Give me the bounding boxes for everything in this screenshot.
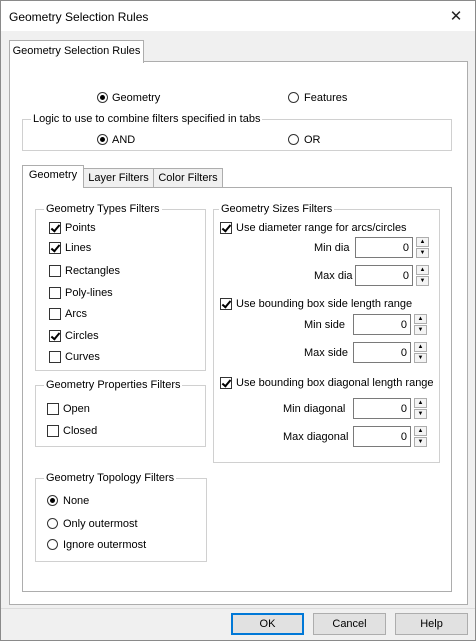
min-dia-value: 0 (402, 242, 409, 254)
max-diagonal-input[interactable]: 0 (353, 426, 411, 447)
checkbox-poly-lines[interactable] (49, 287, 61, 299)
checkbox-poly-lines-label: Poly-lines (65, 287, 113, 299)
spin-down-icon[interactable]: ▼ (414, 437, 427, 447)
spin-up-icon[interactable]: ▲ (414, 426, 427, 436)
max-side-value: 0 (400, 347, 407, 359)
min-diagonal-input[interactable]: 0 (353, 398, 411, 419)
close-icon[interactable]: ✕ (442, 4, 470, 28)
checkbox-points[interactable] (49, 222, 61, 234)
checkbox-curves[interactable] (49, 351, 61, 363)
max-dia-spinner: ▲ ▼ (416, 265, 429, 286)
radio-only-outermost[interactable] (47, 518, 58, 529)
spin-up-icon[interactable]: ▲ (416, 265, 429, 275)
checkbox-diameter-range[interactable] (220, 222, 232, 234)
min-dia-label: Min dia (314, 242, 350, 254)
dialog-window: Geometry Selection Rules ✕ Geometry Sele… (0, 0, 476, 641)
checkbox-open-label: Open (63, 403, 90, 415)
spin-down-icon[interactable]: ▼ (414, 353, 427, 363)
min-side-label: Min side (304, 319, 345, 331)
checkbox-lines-label: Lines (65, 242, 92, 254)
checkbox-arcs-label: Arcs (65, 308, 87, 320)
max-dia-label: Max dia (314, 270, 353, 282)
spin-down-icon[interactable]: ▼ (416, 276, 429, 286)
types-group-title: Geometry Types Filters (44, 203, 162, 215)
min-diagonal-spinner: ▲ ▼ (414, 398, 427, 419)
radio-geometry-label: Geometry (112, 92, 161, 104)
min-dia-spinner: ▲ ▼ (416, 237, 429, 258)
radio-and[interactable] (97, 134, 108, 145)
checkbox-closed[interactable] (47, 425, 59, 437)
max-side-spinner: ▲ ▼ (414, 342, 427, 363)
topology-group-title: Geometry Topology Filters (44, 472, 177, 484)
radio-only-outermost-label: Only outermost (63, 518, 138, 530)
ok-button[interactable]: OK (231, 613, 304, 635)
checkbox-circles-label: Circles (65, 330, 99, 342)
tab-geometry[interactable]: Geometry (22, 165, 84, 188)
footer-divider (1, 608, 475, 609)
checkbox-diameter-range-label: Use diameter range for arcs/circles (236, 222, 407, 234)
radio-ignore-outermost[interactable] (47, 539, 58, 550)
checkbox-curves-label: Curves (65, 351, 100, 363)
logic-group-title: Logic to use to combine filters specifie… (31, 113, 263, 125)
radio-or-label: OR (304, 134, 321, 146)
checkbox-points-label: Points (65, 222, 96, 234)
properties-group (35, 385, 206, 447)
spin-up-icon[interactable]: ▲ (414, 342, 427, 352)
help-button[interactable]: Help (395, 613, 468, 635)
radio-none-label: None (63, 495, 90, 507)
checkbox-diagonal-range-label: Use bounding box diagonal length range (236, 377, 434, 389)
tab-layer-filters[interactable]: Layer Filters (83, 168, 154, 188)
window-title: Geometry Selection Rules (9, 10, 149, 24)
spin-up-icon[interactable]: ▲ (414, 398, 427, 408)
checkbox-side-range-label: Use bounding box side length range (236, 298, 413, 310)
checkbox-circles[interactable] (49, 330, 61, 342)
checkbox-side-range[interactable] (220, 298, 232, 310)
radio-features[interactable] (288, 92, 299, 103)
radio-none[interactable] (47, 495, 58, 506)
max-side-input[interactable]: 0 (353, 342, 411, 363)
checkbox-diagonal-range[interactable] (220, 377, 232, 389)
cancel-button[interactable]: Cancel (313, 613, 386, 635)
checkbox-lines[interactable] (49, 242, 61, 254)
checkbox-rectangles-label: Rectangles (65, 265, 121, 277)
radio-geometry[interactable] (97, 92, 108, 103)
min-diagonal-value: 0 (400, 403, 407, 415)
checkbox-open[interactable] (47, 403, 59, 415)
spin-down-icon[interactable]: ▼ (414, 325, 427, 335)
spin-up-icon[interactable]: ▲ (414, 314, 427, 324)
max-diagonal-spinner: ▲ ▼ (414, 426, 427, 447)
title-bar: Geometry Selection Rules ✕ (1, 1, 475, 31)
sizes-group-title: Geometry Sizes Filters (219, 203, 335, 215)
spin-up-icon[interactable]: ▲ (416, 237, 429, 247)
max-diagonal-value: 0 (400, 431, 407, 443)
radio-ignore-outermost-label: Ignore outermost (63, 539, 147, 551)
min-side-value: 0 (400, 319, 407, 331)
max-side-label: Max side (304, 347, 349, 359)
max-dia-value: 0 (402, 270, 409, 282)
radio-features-label: Features (304, 92, 348, 104)
tab-color-filters[interactable]: Color Filters (153, 168, 223, 188)
max-diagonal-label: Max diagonal (283, 431, 349, 443)
checkbox-closed-label: Closed (63, 425, 98, 437)
max-dia-input[interactable]: 0 (355, 265, 413, 286)
min-side-spinner: ▲ ▼ (414, 314, 427, 335)
checkbox-arcs[interactable] (49, 308, 61, 320)
radio-or[interactable] (288, 134, 299, 145)
radio-and-label: AND (112, 134, 136, 146)
properties-group-title: Geometry Properties Filters (44, 379, 183, 391)
spin-down-icon[interactable]: ▼ (416, 248, 429, 258)
checkbox-rectangles[interactable] (49, 265, 61, 277)
spin-down-icon[interactable]: ▼ (414, 409, 427, 419)
tab-geometry-selection-rules[interactable]: Geometry Selection Rules (9, 40, 144, 63)
min-dia-input[interactable]: 0 (355, 237, 413, 258)
min-diagonal-label: Min diagonal (283, 403, 346, 415)
min-side-input[interactable]: 0 (353, 314, 411, 335)
